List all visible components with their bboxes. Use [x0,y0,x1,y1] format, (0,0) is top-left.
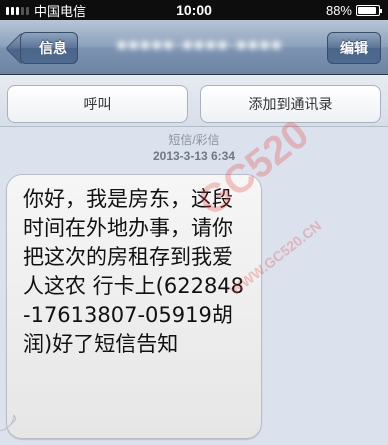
received-message-bubble[interactable]: 你好，我是房东，这段时间在外地办事，请你把这次的房租存到我爱人这农 行卡上(62… [6,174,262,439]
battery-percent: 88% [325,2,352,18]
message-timestamp: 2013-3-13 6:34 [152,149,236,163]
status-left: 中国电信 [6,1,86,20]
status-right: 88% [325,2,382,18]
battery-icon [356,4,382,16]
contact-number-blurred: ■■■■■-■■■■-■■■■ [116,37,284,54]
back-button-wrap[interactable]: 信息 [14,20,78,75]
action-bar: 呼叫 添加到通讯录 [0,75,388,127]
add-to-contacts-button[interactable]: 添加到通讯录 [200,85,381,123]
edit-button[interactable]: 编辑 [327,32,381,64]
nav-bar: 信息 ■■■■■-■■■■-■■■■ 编辑 [0,20,388,75]
battery-fill [358,6,376,14]
status-bar: 中国电信 10:00 88% [0,0,388,20]
conversation-area[interactable]: 短信/彩信 2013-3-13 6:34 你好，我是房东，这段时间在外地办事，请… [0,127,388,445]
bubble-tail-icon [0,415,16,431]
message-type-label: 短信/彩信 [168,133,220,147]
call-button[interactable]: 呼叫 [7,85,188,123]
back-button[interactable]: 信息 [20,32,78,64]
carrier-name: 中国电信 [34,3,87,19]
signal-strength-icon [6,5,29,15]
message-text: 你好，我是房东，这段时间在外地办事，请你把这次的房租存到我爱人这农 行卡上(62… [23,187,245,356]
